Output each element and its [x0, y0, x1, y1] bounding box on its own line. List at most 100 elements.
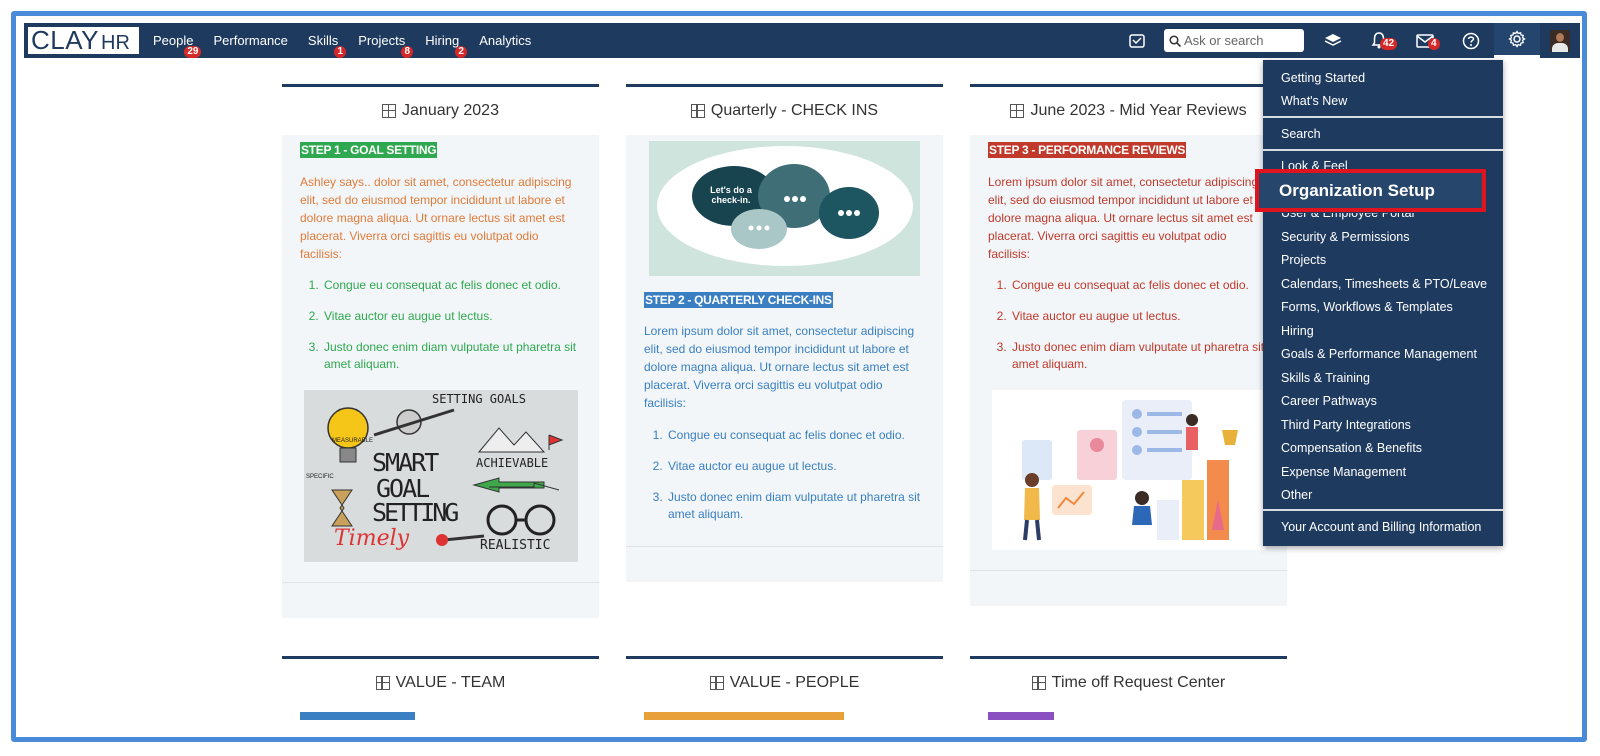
search-box[interactable] [1164, 29, 1304, 52]
image-text-realistic: REALISTIC [480, 538, 551, 553]
settings-button[interactable] [1494, 23, 1540, 58]
projects-count-badge: 8 [401, 46, 414, 58]
card-time-off-request-center: Time off Request Center [970, 656, 1287, 737]
card-title: June 2023 - Mid Year Reviews [1030, 102, 1247, 119]
card-title: Quarterly - CHECK INS [710, 102, 879, 119]
nav-skills-label: Skills [307, 33, 339, 48]
card-header[interactable]: VALUE - TEAM [282, 659, 599, 707]
organization-setup-label: Organization Setup [1279, 180, 1435, 200]
menu-item-skills-training[interactable]: Skills & Training [1281, 371, 1370, 385]
grid-icon [375, 676, 390, 690]
card-footer [970, 570, 1287, 606]
card-header[interactable]: June 2023 - Mid Year Reviews [970, 87, 1287, 135]
step-label-partial [300, 712, 415, 720]
menu-item-organization-setup[interactable]: Organization Setup [1255, 169, 1486, 212]
list-item: Congue eu consequat ac felis donec et od… [666, 427, 926, 444]
card-title: VALUE - TEAM [395, 674, 506, 691]
card-header[interactable]: Quarterly - CHECK INS [626, 87, 943, 135]
top-navigation-bar: CLAY HR People 29 Performance Skills 1 P… [24, 23, 1580, 58]
clayhr-logo[interactable]: CLAY HR [28, 27, 139, 54]
nav-analytics-label: Analytics [479, 33, 532, 48]
card-title: January 2023 [402, 102, 499, 119]
menu-item-compensation-benefits[interactable]: Compensation & Benefits [1281, 441, 1422, 455]
menu-item-security-permissions[interactable]: Security & Permissions [1281, 230, 1410, 244]
help-button[interactable] [1448, 23, 1494, 58]
menu-item-getting-started[interactable]: Getting Started [1281, 71, 1365, 85]
card-june-2023-reviews: June 2023 - Mid Year Reviews STEP 3 - PE… [970, 84, 1287, 606]
menu-item-goals-performance[interactable]: Goals & Performance Management [1281, 347, 1477, 361]
image-text-achievable: ACHIEVABLE [476, 456, 549, 470]
nav-hiring[interactable]: Hiring 2 [425, 33, 468, 58]
nav-analytics[interactable]: Analytics [479, 33, 531, 48]
app-window: CLAY HR People 29 Performance Skills 1 P… [11, 11, 1587, 742]
menu-item-whats-new[interactable]: What's New [1281, 94, 1347, 108]
grid-icon [709, 676, 724, 690]
nav-skills[interactable]: Skills 1 [307, 33, 347, 58]
card-value-team: VALUE - TEAM [282, 656, 599, 737]
smart-goals-image: SETTING GOALS MEASURABLE SPECIFIC SMART … [304, 390, 578, 562]
notifications-button[interactable]: 42 [1356, 23, 1402, 58]
logo-text: CLAY [31, 25, 99, 55]
nav-projects[interactable]: Projects 8 [358, 33, 414, 58]
menu-item-hiring[interactable]: Hiring [1281, 324, 1314, 338]
list-item: Vitae auctor eu augue ut lectus. [322, 308, 582, 325]
list-item: Justo donec enim diam vulputate ut phare… [1010, 339, 1270, 373]
layers-button[interactable] [1310, 23, 1356, 58]
card-intro-text: Lorem ipsum dolor sit amet, consectetur … [988, 175, 1259, 261]
nav-performance[interactable]: Performance [213, 33, 287, 48]
messages-button[interactable]: 4 [1402, 23, 1448, 58]
list-item: Congue eu consequat ac felis donec et od… [322, 277, 582, 294]
grid-icon [690, 104, 705, 118]
layers-icon [1324, 33, 1342, 46]
nav-projects-label: Projects [358, 33, 406, 48]
card-quarterly-check-ins: Quarterly - CHECK INS Let's do a check-i… [626, 84, 943, 582]
grid-icon [1031, 676, 1046, 690]
menu-item-other[interactable]: Other [1281, 488, 1312, 502]
nav-right-tools: 42 4 [1114, 23, 1580, 58]
nav-performance-label: Performance [213, 33, 288, 48]
menu-divider [1263, 149, 1503, 151]
hiring-count-badge: 2 [455, 46, 468, 58]
menu-item-third-party-integrations[interactable]: Third Party Integrations [1281, 418, 1411, 432]
menu-item-calendars[interactable]: Calendars, Timesheets & PTO/Leave [1281, 277, 1487, 291]
inbox-check-button[interactable] [1114, 23, 1160, 58]
step-label: STEP 3 - PERFORMANCE REVIEWS [988, 142, 1187, 158]
card-intro-text: Lorem ipsum dolor sit amet, consectetur … [644, 324, 915, 410]
performance-illustration [1022, 400, 1238, 541]
image-text-specific: SPECIFIC [306, 474, 334, 480]
step-label: STEP 1 - GOAL SETTING [300, 142, 438, 158]
check-in-image: Let's do a check-in. [649, 141, 920, 276]
menu-item-search[interactable]: Search [1281, 127, 1321, 141]
list-item: Congue eu consequat ac felis donec et od… [1010, 277, 1270, 294]
nav-hiring-label: Hiring [425, 33, 460, 48]
card-title: Time off Request Center [1051, 674, 1226, 691]
search-input[interactable] [1184, 33, 1294, 48]
image-text-smart: SMART [372, 448, 439, 477]
list-item: Vitae auctor eu augue ut lectus. [666, 458, 926, 475]
card-intro: Ashley says.. dolor sit amet, consectetu… [300, 173, 582, 263]
search-icon [1169, 34, 1181, 47]
image-text-setting-goals: SETTING GOALS [432, 392, 526, 406]
menu-item-career-pathways[interactable]: Career Pathways [1281, 394, 1377, 408]
image-text-timely: Timely [334, 526, 410, 551]
card-title: VALUE - PEOPLE [729, 674, 860, 691]
card-header[interactable]: VALUE - PEOPLE [626, 659, 943, 707]
image-text-measurable: MEASURABLE [332, 438, 374, 444]
card-value-people: VALUE - PEOPLE [626, 656, 943, 737]
card-header[interactable]: January 2023 [282, 87, 599, 135]
menu-item-forms-workflows[interactable]: Forms, Workflows & Templates [1281, 300, 1453, 314]
profile-button[interactable] [1540, 23, 1580, 58]
menu-divider [1263, 116, 1503, 118]
menu-item-projects[interactable]: Projects [1281, 253, 1326, 267]
people-count-badge: 29 [184, 46, 202, 58]
card-list: Congue eu consequat ac felis donec et od… [322, 277, 582, 387]
menu-item-expense-management[interactable]: Expense Management [1281, 465, 1406, 479]
notifications-badge: 42 [1380, 38, 1398, 50]
card-header[interactable]: Time off Request Center [970, 659, 1287, 707]
nav-people[interactable]: People 29 [153, 33, 202, 58]
menu-item-account-billing[interactable]: Your Account and Billing Information [1281, 520, 1481, 534]
help-icon [1462, 32, 1480, 49]
list-item: Justo donec enim diam vulputate ut phare… [322, 339, 582, 373]
card-footer [626, 546, 943, 582]
image-text-setting: SETTING [372, 498, 459, 527]
